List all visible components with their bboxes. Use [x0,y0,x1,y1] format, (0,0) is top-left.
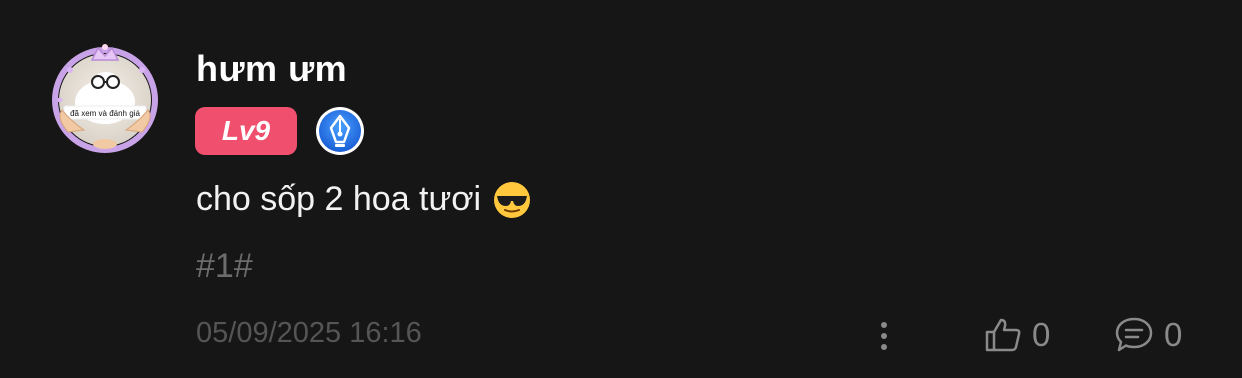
username[interactable]: hưm ưm [196,48,347,90]
vertical-dots-icon[interactable] [872,318,896,354]
timestamp: 05/09/2025 16:16 [196,317,422,349]
pen-nib-icon[interactable] [315,106,365,156]
like-count: 0 [1032,316,1051,353]
reply-count: 0 [1164,316,1183,353]
thumbs-up-icon [984,316,1022,354]
sunglasses-face-icon [493,181,531,219]
like-button[interactable]: 0 [984,314,1050,356]
comment-body: cho sốp 2 hoa tươi [196,180,531,219]
comment-tag[interactable]: #1# [196,247,253,286]
avatar[interactable]: đã xem và đánh giá [48,40,162,154]
avatar-image: đã xem và đánh giá [52,44,158,153]
comment-text: cho sốp 2 hoa tươi [196,180,482,218]
badge-row: Lv9 [195,106,365,156]
level-badge[interactable]: Lv9 [195,107,297,155]
chat-bubble-icon [1114,315,1154,355]
avatar-caption: đã xem và đánh giá [70,109,140,118]
reply-button[interactable]: 0 [1114,314,1182,356]
